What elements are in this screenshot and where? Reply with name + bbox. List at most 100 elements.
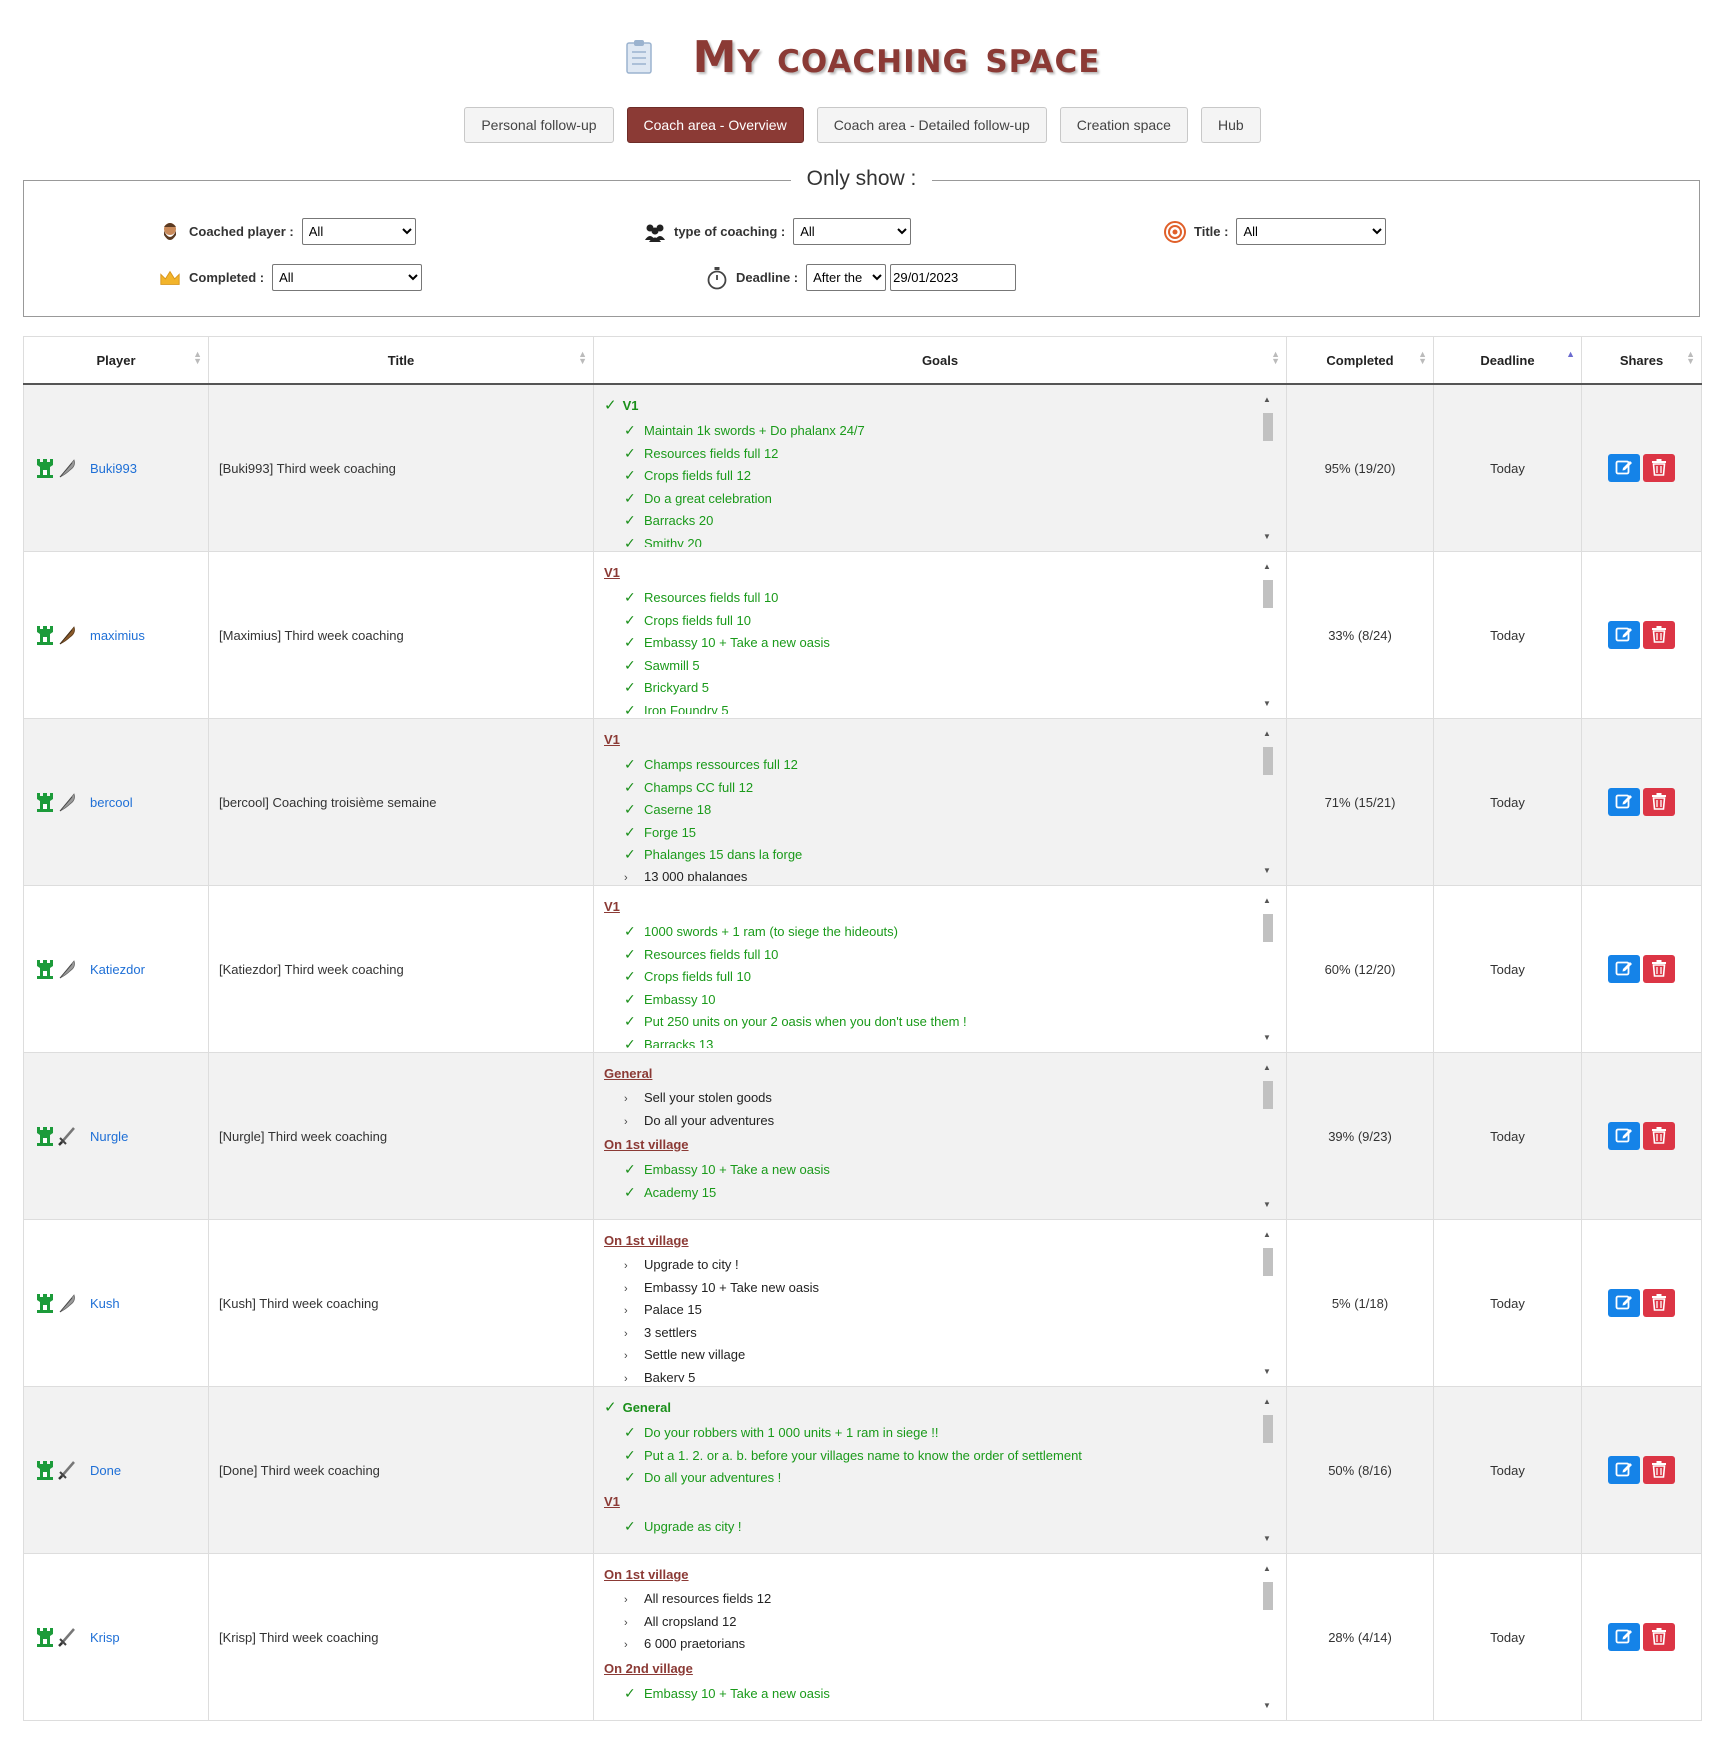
player-link[interactable]: Kush	[90, 1296, 120, 1311]
goals-scrollbar[interactable]: ▲ ▼	[1260, 1397, 1274, 1543]
scroll-thumb[interactable]	[1263, 413, 1273, 441]
goals-scroll-area[interactable]: On 1st village › Upgrade to city ! › Embassy…	[594, 1224, 1286, 1382]
scroll-up-icon[interactable]: ▲	[1263, 1397, 1271, 1406]
scroll-down-icon[interactable]: ▼	[1263, 1033, 1271, 1042]
goal-item: › Do all your adventures	[604, 1110, 1254, 1133]
edit-button[interactable]	[1608, 1456, 1640, 1484]
delete-button[interactable]	[1643, 955, 1675, 983]
coaching-type-select[interactable]: All	[793, 218, 912, 245]
delete-button[interactable]	[1643, 1456, 1675, 1484]
player-link[interactable]: Katiezdor	[90, 962, 145, 977]
title-select[interactable]: All	[1236, 218, 1387, 245]
goal-item-label: Champs ressources full 12	[644, 757, 798, 772]
edit-button[interactable]	[1608, 955, 1640, 983]
column-header-goals[interactable]: Goals ▲ ▼	[593, 336, 1287, 385]
player-link[interactable]: bercool	[90, 795, 133, 810]
goals-scrollbar[interactable]: ▲ ▼	[1260, 395, 1274, 541]
check-icon: ✓	[624, 611, 636, 628]
scroll-down-icon[interactable]: ▼	[1263, 1701, 1271, 1710]
goals-scrollbar[interactable]: ▲ ▼	[1260, 1230, 1274, 1376]
delete-button[interactable]	[1643, 621, 1675, 649]
tab-coach-area-detailed-follow-up[interactable]: Coach area - Detailed follow-up	[816, 107, 1047, 143]
scroll-thumb[interactable]	[1263, 914, 1273, 942]
scroll-up-icon[interactable]: ▲	[1263, 1063, 1271, 1072]
delete-button[interactable]	[1643, 1122, 1675, 1150]
player-link[interactable]: Nurgle	[90, 1129, 128, 1144]
goal-item: ✓ Maintain 1k swords + Do phalanx 24/7	[604, 419, 1254, 442]
goals-scrollbar[interactable]: ▲ ▼	[1260, 896, 1274, 1042]
edit-button[interactable]	[1608, 1122, 1640, 1150]
scroll-up-icon[interactable]: ▲	[1263, 896, 1271, 905]
delete-button[interactable]	[1643, 1289, 1675, 1317]
delete-button[interactable]	[1643, 454, 1675, 482]
column-header-deadline[interactable]: Deadline ▲	[1433, 336, 1582, 385]
edit-button[interactable]	[1608, 454, 1640, 482]
scroll-up-icon[interactable]: ▲	[1263, 729, 1271, 738]
check-icon: ✓	[624, 1469, 636, 1485]
player-link[interactable]: Krisp	[90, 1630, 120, 1645]
tab-coach-area-overview[interactable]: Coach area - Overview	[626, 107, 804, 143]
player-link[interactable]: maximius	[90, 628, 145, 643]
scroll-thumb[interactable]	[1263, 1081, 1273, 1109]
goal-section-label: On 1st village	[604, 1233, 689, 1248]
scroll-down-icon[interactable]: ▼	[1263, 1200, 1271, 1209]
column-header-title[interactable]: Title ▲ ▼	[208, 336, 594, 385]
scroll-thumb[interactable]	[1263, 1415, 1273, 1443]
completed-select[interactable]: All	[272, 264, 423, 291]
tab-hub[interactable]: Hub	[1200, 107, 1261, 143]
column-header-completed[interactable]: Completed ▲ ▼	[1286, 336, 1434, 385]
goals-scroll-area[interactable]: ✓ V1 ✓ Maintain 1k swords + Do phalanx 24/7…	[594, 389, 1286, 547]
delete-button[interactable]	[1643, 1623, 1675, 1651]
goals-scroll-area[interactable]: V1 ✓ 1000 swords + 1 ram (to siege the hid…	[594, 890, 1286, 1048]
goals-scrollbar[interactable]: ▲ ▼	[1260, 1063, 1274, 1209]
scroll-thumb[interactable]	[1263, 1582, 1273, 1610]
goals-scroll-area[interactable]: ✓ General ✓ Do your robbers with 1 000 unit…	[594, 1391, 1286, 1549]
scroll-thumb[interactable]	[1263, 747, 1273, 775]
sort-icon: ▲	[1566, 349, 1575, 359]
edit-button[interactable]	[1608, 621, 1640, 649]
goals-scrollbar[interactable]: ▲ ▼	[1260, 729, 1274, 875]
goal-item: › 3 settlers	[604, 1322, 1254, 1345]
deadline-cell: Today	[1433, 718, 1582, 886]
delete-button[interactable]	[1643, 788, 1675, 816]
scroll-down-icon[interactable]: ▼	[1263, 866, 1271, 875]
goals-scroll-area[interactable]: V1 ✓ Resources fields full 10 ✓ Crops fields…	[594, 556, 1286, 714]
scroll-up-icon[interactable]: ▲	[1263, 395, 1271, 404]
goals-scrollbar[interactable]: ▲ ▼	[1260, 562, 1274, 708]
title-cell: [Buki993] Third week coaching	[208, 383, 594, 552]
tab-personal-follow-up[interactable]: Personal follow-up	[464, 107, 614, 143]
edit-button[interactable]	[1608, 1623, 1640, 1651]
column-header-player[interactable]: Player ▲ ▼	[23, 336, 209, 385]
scroll-up-icon[interactable]: ▲	[1263, 1230, 1271, 1239]
sort-icon: ▲ ▼	[1418, 349, 1427, 366]
goals-scrollbar[interactable]: ▲ ▼	[1260, 1564, 1274, 1710]
edit-button[interactable]	[1608, 788, 1640, 816]
scroll-up-icon[interactable]: ▲	[1263, 1564, 1271, 1573]
edit-button[interactable]	[1608, 1289, 1640, 1317]
column-header-shares[interactable]: Shares ▲ ▼	[1581, 336, 1702, 385]
player-link[interactable]: Done	[90, 1463, 121, 1478]
scroll-down-icon[interactable]: ▼	[1263, 532, 1271, 541]
tab-creation-space[interactable]: Creation space	[1059, 107, 1188, 143]
scroll-down-icon[interactable]: ▼	[1263, 1534, 1271, 1543]
tower-icon	[36, 792, 54, 812]
chevron-right-icon: ›	[624, 871, 628, 882]
player-link[interactable]: Buki993	[90, 461, 137, 476]
scroll-down-icon[interactable]: ▼	[1263, 1367, 1271, 1376]
deadline-date-input[interactable]	[890, 264, 1017, 291]
goal-item: › Upgrade to city !	[604, 1254, 1254, 1277]
deadline-mode-select[interactable]: After the	[806, 264, 887, 291]
goals-scroll-area[interactable]: On 1st village › All resources fields 12 › A…	[594, 1558, 1286, 1716]
goal-item: ✓ Academy 15	[604, 1181, 1254, 1204]
scroll-down-icon[interactable]: ▼	[1263, 699, 1271, 708]
feather-icon	[58, 625, 76, 645]
scroll-thumb[interactable]	[1263, 1248, 1273, 1276]
scroll-up-icon[interactable]: ▲	[1263, 562, 1271, 571]
goals-scroll-area[interactable]: V1 ✓ Champs ressources full 12 ✓ Champs CC f…	[594, 723, 1286, 881]
goal-section-heading: On 1st village	[604, 1562, 1254, 1588]
goals-scroll-area[interactable]: General › Sell your stolen goods › Do all yo…	[594, 1057, 1286, 1215]
scroll-thumb[interactable]	[1263, 580, 1273, 608]
coached-player-select[interactable]: All	[301, 218, 416, 245]
completed-cell: 60% (12/20)	[1286, 885, 1434, 1053]
completed-cell: 71% (15/21)	[1286, 718, 1434, 886]
